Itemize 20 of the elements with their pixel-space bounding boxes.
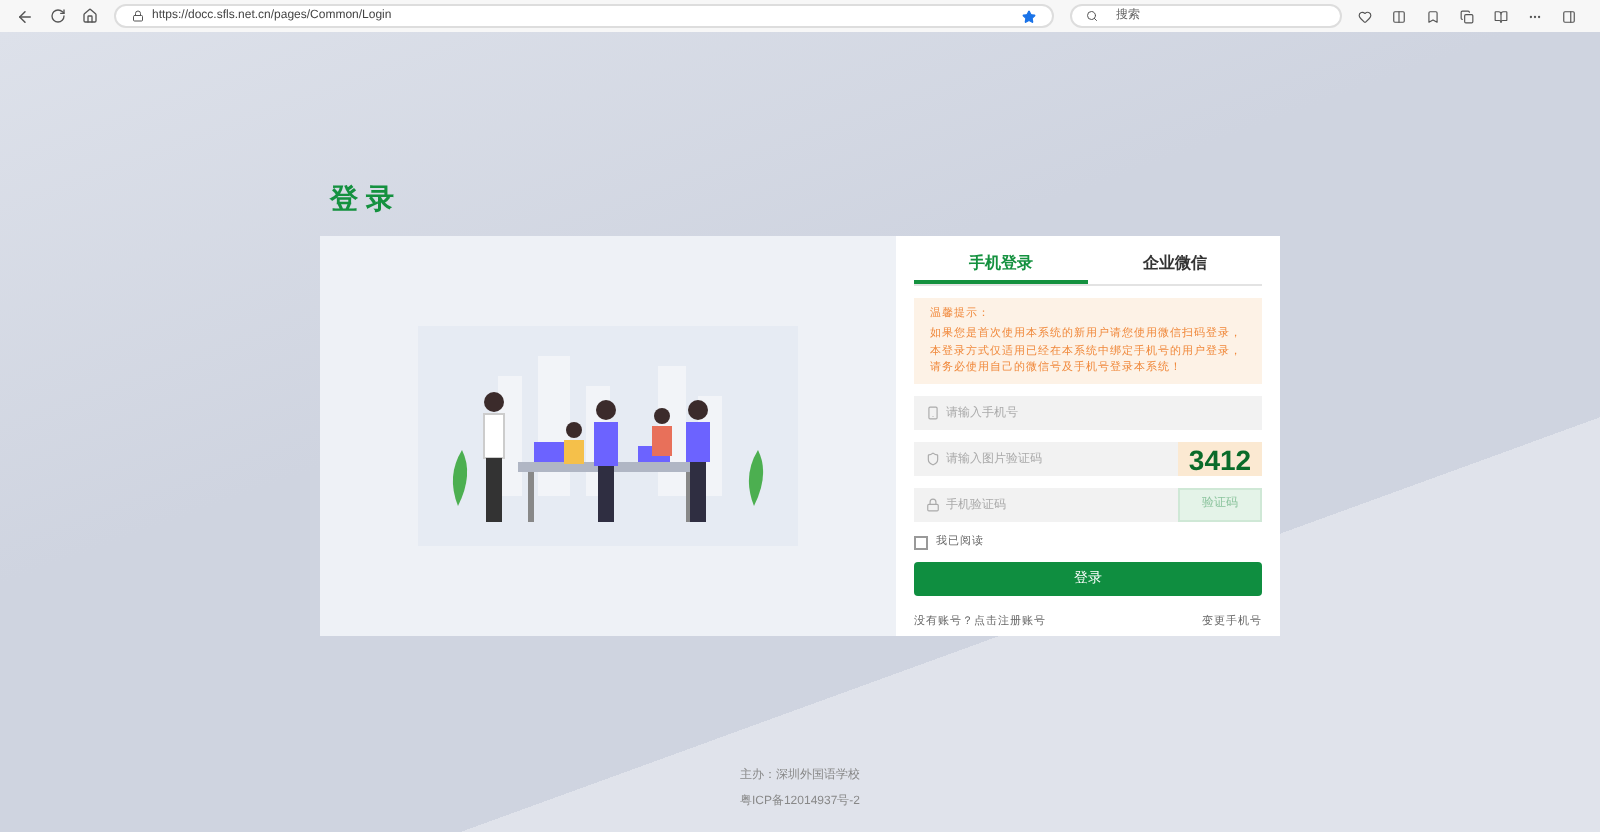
- login-tab[interactable]: 企业微信: [1088, 252, 1262, 284]
- page-title: 登 录: [330, 180, 394, 218]
- heart-icon[interactable]: [1358, 9, 1372, 23]
- captcha-image[interactable]: 3412: [1178, 442, 1262, 476]
- favorite-star-icon[interactable]: [1022, 9, 1036, 23]
- phone-icon: [926, 406, 940, 420]
- book-icon[interactable]: [1494, 9, 1508, 23]
- shield-icon: [926, 452, 940, 466]
- lock-icon: [926, 498, 940, 512]
- login-tab[interactable]: 手机登录: [914, 252, 1088, 284]
- bookmark-icon[interactable]: [1426, 9, 1440, 23]
- sidebar-icon[interactable]: [1562, 9, 1576, 23]
- agree-checkbox[interactable]: [914, 535, 928, 550]
- home-icon[interactable]: [82, 8, 98, 24]
- search-icon: [1086, 10, 1098, 22]
- refresh-icon[interactable]: [50, 8, 66, 24]
- lock-icon: [132, 10, 144, 22]
- back-icon[interactable]: [16, 7, 34, 25]
- collections-icon[interactable]: [1460, 9, 1474, 23]
- split-screen-icon[interactable]: [1392, 9, 1406, 23]
